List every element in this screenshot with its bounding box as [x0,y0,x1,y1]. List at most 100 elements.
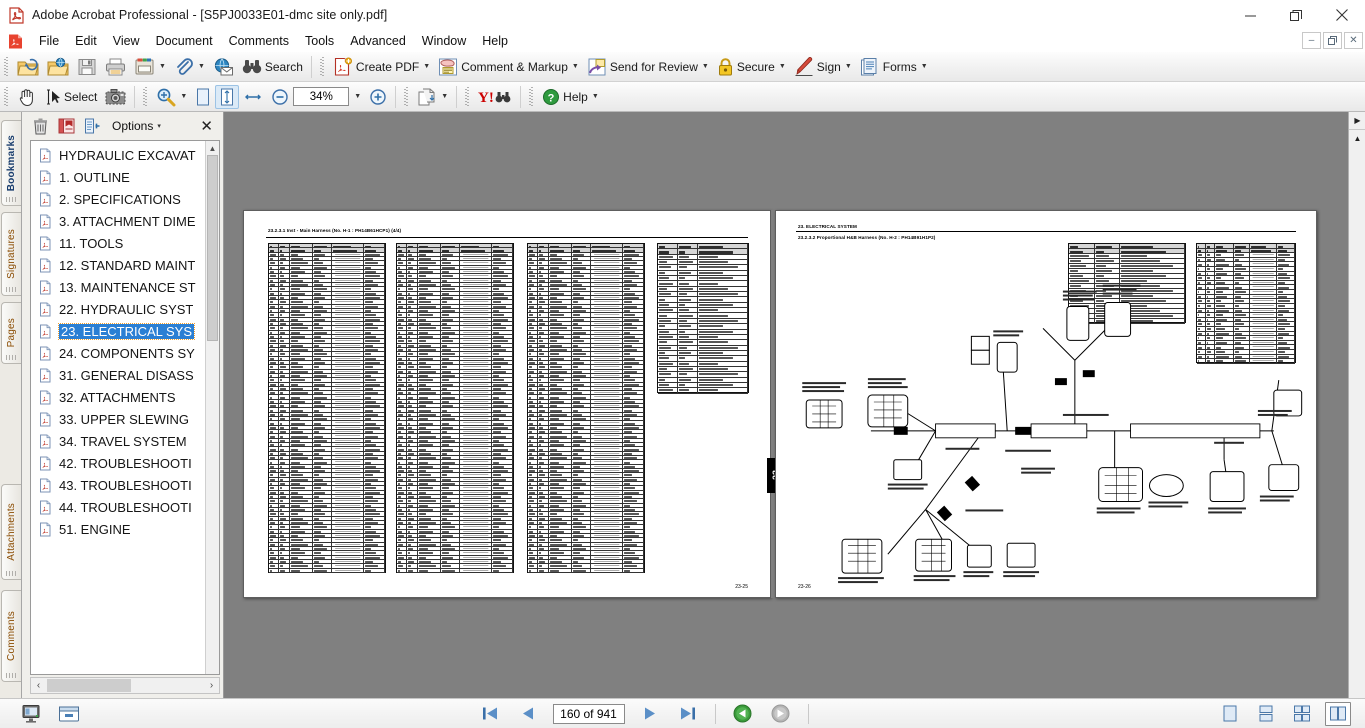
close-panel-button[interactable]: ✕ [200,119,213,134]
bookmark-item[interactable]: 12. STANDARD MAINT [31,254,205,276]
toolbar-grip[interactable] [403,87,410,107]
hand-tool-button[interactable] [13,85,41,109]
print-button[interactable] [101,55,130,79]
toolbar-grip[interactable] [142,87,149,107]
tab-pages[interactable]: Pages [1,302,21,364]
toolbar-grip[interactable] [319,57,326,77]
page-number-input[interactable]: 160 of 941 [553,704,625,724]
bookmark-item[interactable]: 24. COMPONENTS SY [31,342,205,364]
menu-item-comments[interactable]: Comments [221,31,297,51]
bookmark-item[interactable]: 44. TROUBLESHOOTI [31,496,205,518]
menu-item-advanced[interactable]: Advanced [342,31,414,51]
organizer-button[interactable]: ▼ [130,55,170,79]
document-viewport[interactable]: 23.2.3.1 Inst - Main Harness (No. H-1 : … [224,112,1348,698]
doc-restore-button[interactable] [1323,32,1342,49]
page-left[interactable]: 23.2.3.1 Inst - Main Harness (No. H-1 : … [243,210,771,598]
help-button[interactable]: ? Help ▼ [538,85,603,109]
scroll-left-arrow-icon[interactable]: ‹ [31,680,46,691]
bookmark-item[interactable]: 34. TRAVEL SYSTEM [31,430,205,452]
bookmark-item[interactable]: 11. TOOLS [31,232,205,254]
page-right[interactable]: 23. ELECTRICAL SYSTEM 23.2.3.2 Proportio… [775,210,1317,598]
menu-item-file[interactable]: File [31,31,67,51]
forms-button[interactable]: Forms ▼ [856,55,932,79]
expand-bookmark-button[interactable] [82,116,102,136]
menu-item-document[interactable]: Document [148,31,221,51]
secure-button[interactable]: Secure ▼ [713,55,790,79]
expand-pane-button[interactable]: ▶ [1349,112,1365,129]
fit-width-button[interactable] [239,85,267,109]
bookmarks-horizontal-scrollbar[interactable]: ‹ › [30,677,220,694]
previous-page-button[interactable] [515,702,541,726]
bookmarks-options-button[interactable]: Options ▾ [108,117,165,135]
bookmark-item[interactable]: 13. MAINTENANCE ST [31,276,205,298]
bookmark-item[interactable]: 42. TROUBLESHOOTI [31,452,205,474]
maximize-button[interactable] [1273,0,1319,30]
menu-item-help[interactable]: Help [474,31,516,51]
snapshot-tool-button[interactable] [101,85,130,109]
panel-toggle-button[interactable] [56,702,82,726]
menu-item-window[interactable]: Window [414,31,474,51]
bookmark-item[interactable]: 32. ATTACHMENTS [31,386,205,408]
actual-size-button[interactable] [191,85,215,109]
bookmark-item[interactable]: 22. HYDRAULIC SYST [31,298,205,320]
toolbar-grip[interactable] [528,87,535,107]
toolbar-grip[interactable] [3,87,10,107]
select-tool-button[interactable]: Select [41,85,101,109]
doc-minimize-button[interactable]: – [1302,32,1321,49]
tab-signatures[interactable]: Signatures [1,212,21,296]
next-page-button[interactable] [637,702,663,726]
create-pdf-button[interactable]: Create PDF ▼ [329,55,434,79]
scroll-up-arrow-icon[interactable]: ▲ [206,141,219,155]
zoom-dropdown-button[interactable]: ▼ [349,85,365,109]
tab-attachments[interactable]: Attachments [1,484,21,580]
last-page-button[interactable] [675,702,701,726]
bookmarks-vertical-scrollbar[interactable]: ▲ [205,141,219,674]
delete-bookmark-button[interactable] [30,116,50,136]
zoom-in-tool-button[interactable]: ▼ [152,85,191,109]
scroll-up-button[interactable]: ▲ [1349,129,1365,146]
bookmark-item[interactable]: 33. UPPER SLEWING [31,408,205,430]
minimize-button[interactable] [1227,0,1273,30]
attach-file-button[interactable]: ▼ [170,55,209,79]
yahoo-search-button[interactable]: Y! [474,85,516,109]
bookmark-item[interactable]: 3. ATTACHMENT DIME [31,210,205,232]
comment-markup-button[interactable]: Comment & Markup ▼ [434,55,583,79]
search-button[interactable]: Search [238,55,307,79]
bookmark-item[interactable]: 1. OUTLINE [31,166,205,188]
open-button[interactable] [13,55,43,79]
menu-item-view[interactable]: View [105,31,148,51]
new-bookmark-button[interactable] [56,116,76,136]
scrollbar-thumb[interactable] [207,155,218,341]
save-button[interactable] [73,55,101,79]
single-page-button[interactable] [1217,702,1243,726]
bookmark-item[interactable]: 23. ELECTRICAL SYS [31,320,205,342]
send-for-review-button[interactable]: Send for Review ▼ [583,55,713,79]
tab-comments[interactable]: Comments [1,590,21,682]
bookmark-item[interactable]: 51. ENGINE [31,518,205,540]
first-page-button[interactable] [477,702,503,726]
tab-bookmarks[interactable]: Bookmarks [1,120,21,206]
fit-page-button[interactable] [215,85,239,109]
right-scroll-rail[interactable]: ▶ ▲ [1348,112,1365,698]
menu-item-tools[interactable]: Tools [297,31,342,51]
bookmark-item[interactable]: HYDRAULIC EXCAVAT [31,144,205,166]
scrollbar-thumb[interactable] [47,679,131,692]
zoom-out-button[interactable] [267,85,293,109]
bookmark-item[interactable]: 31. GENERAL DISASS [31,364,205,386]
menu-item-edit[interactable]: Edit [67,31,105,51]
close-button[interactable] [1319,0,1365,30]
view-mode-button[interactable] [18,702,44,726]
continuous-button[interactable] [1253,702,1279,726]
page-tool-button[interactable]: ▼ [413,85,452,109]
bookmark-item[interactable]: 43. TROUBLESHOOTI [31,474,205,496]
zoom-level-input[interactable]: 34% [293,87,349,106]
open-web-button[interactable] [43,55,73,79]
zoom-in-stepper-button[interactable] [365,85,391,109]
bookmark-item[interactable]: 2. SPECIFICATIONS [31,188,205,210]
previous-view-button[interactable] [730,702,756,726]
facing-button[interactable] [1289,702,1315,726]
sign-button[interactable]: Sign ▼ [790,55,856,79]
email-button[interactable] [209,55,238,79]
toolbar-grip[interactable] [464,87,471,107]
toolbar-grip[interactable] [3,57,10,77]
